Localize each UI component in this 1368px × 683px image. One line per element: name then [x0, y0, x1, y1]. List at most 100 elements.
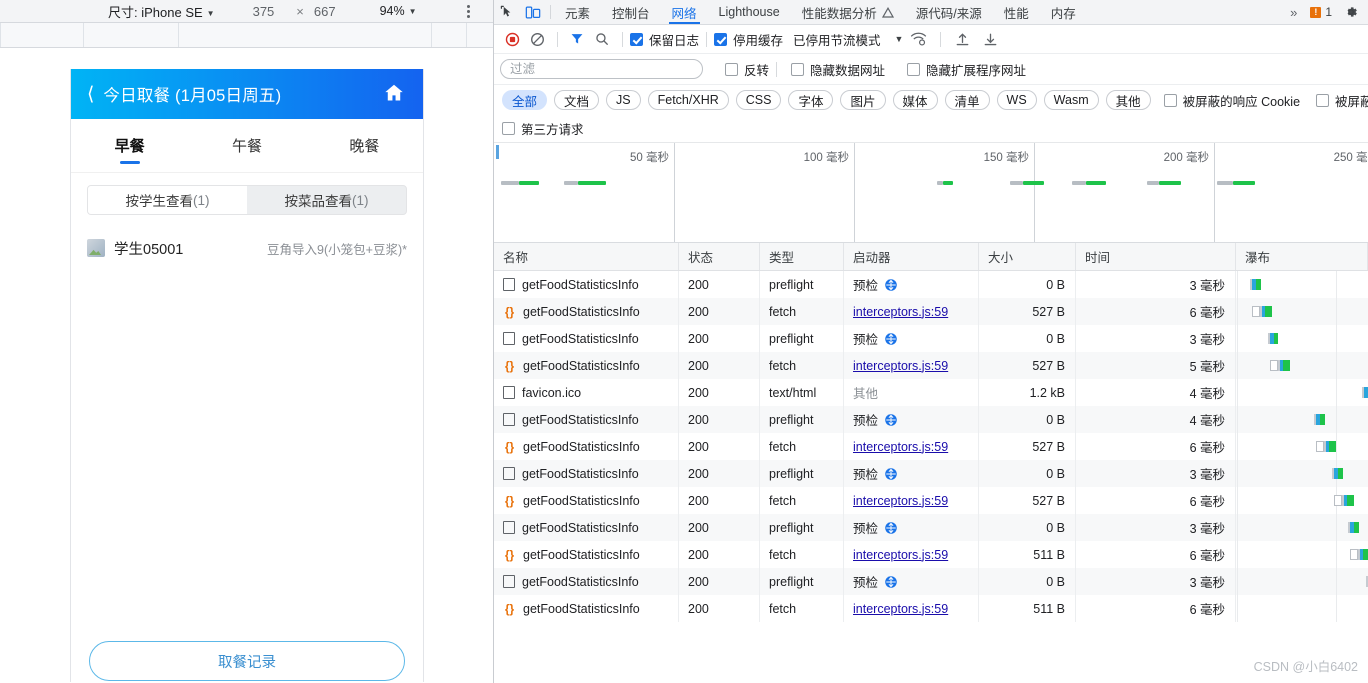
column-header-name[interactable]: 名称: [494, 243, 679, 270]
table-row[interactable]: {} getFoodStatisticsInfo 200 fetch intercept…: [494, 433, 1368, 460]
timeline-cursor: [496, 145, 499, 159]
chevron-down-icon[interactable]: ▼: [895, 34, 904, 44]
type-filter-img[interactable]: 图片: [840, 90, 886, 110]
tab-memory[interactable]: 内存: [1040, 0, 1087, 24]
record-stop-icon[interactable]: [500, 32, 524, 47]
type-filter-wasm[interactable]: Wasm: [1043, 90, 1099, 110]
overview-request-bar: [1010, 181, 1023, 185]
resource-type-filters: 全部 文档 JS Fetch/XHR CSS 字体 图片 媒体 清单 WS Wa…: [494, 85, 1368, 115]
type-filter-media[interactable]: 媒体: [892, 90, 938, 110]
inspect-element-icon[interactable]: [494, 0, 520, 24]
disable-cache-checkbox-box[interactable]: [714, 32, 728, 46]
pickup-record-button[interactable]: 取餐记录: [89, 641, 405, 681]
type-filter-css[interactable]: CSS: [735, 90, 782, 110]
type-filter-fetch-xhr[interactable]: Fetch/XHR: [647, 90, 729, 110]
table-row[interactable]: getFoodStatisticsInfo 200 preflight 预检 0 B3 …: [494, 271, 1368, 298]
table-row[interactable]: favicon.ico 200 text/html 其他 1.2 kB 4 毫秒: [494, 379, 1368, 406]
blocked-requests-checkbox[interactable]: 被屏蔽的: [1316, 91, 1368, 110]
tab-console[interactable]: 控制台: [601, 0, 661, 24]
type-filter-manifest[interactable]: 清单: [944, 90, 990, 110]
table-row[interactable]: getFoodStatisticsInfo 200 preflight 预检 0 B4 …: [494, 406, 1368, 433]
cell-initiator: 预检: [844, 271, 979, 298]
tab-network[interactable]: 网络: [661, 0, 708, 24]
more-vertical-icon[interactable]: [461, 3, 475, 20]
hide-extension-urls-checkbox-box[interactable]: [907, 62, 921, 76]
student-list-item[interactable]: 学生05001 豆角导入9(小笼包+豆浆)*: [87, 235, 407, 261]
third-party-requests-checkbox[interactable]: 第三方请求: [502, 119, 584, 138]
third-party-requests-checkbox-box[interactable]: [502, 122, 515, 135]
download-har-icon[interactable]: [976, 32, 1004, 47]
device-width-input[interactable]: 375: [253, 4, 275, 19]
initiator-link[interactable]: interceptors.js:59: [853, 359, 948, 373]
waterfall-bar: [1250, 279, 1261, 290]
initiator-link[interactable]: interceptors.js:59: [853, 548, 948, 562]
table-row[interactable]: getFoodStatisticsInfo 200 preflight 预检 0 B3 …: [494, 460, 1368, 487]
table-row[interactable]: {} getFoodStatisticsInfo 200 fetch intercept…: [494, 298, 1368, 325]
invert-checkbox[interactable]: 反转: [725, 60, 769, 79]
column-header-status[interactable]: 状态: [679, 243, 760, 270]
device-size-select[interactable]: 尺寸: iPhone SE ▼: [108, 2, 215, 21]
table-row[interactable]: {} getFoodStatisticsInfo 200 fetch intercept…: [494, 541, 1368, 568]
segment-by-dish[interactable]: 按菜品查看 (1): [247, 186, 406, 214]
gear-icon[interactable]: [1338, 4, 1364, 20]
invert-checkbox-box[interactable]: [725, 62, 738, 76]
chevron-double-right-icon[interactable]: »: [1283, 5, 1304, 20]
network-conditions-icon[interactable]: [903, 32, 933, 46]
warning-count-badge[interactable]: ! 1: [1304, 5, 1338, 19]
preserve-log-checkbox-box[interactable]: [630, 32, 643, 46]
column-header-size[interactable]: 大小: [979, 243, 1076, 270]
disable-cache-checkbox[interactable]: 停用缓存: [714, 30, 783, 49]
filter-input[interactable]: [500, 59, 703, 79]
hide-data-urls-checkbox[interactable]: 隐藏数据网址: [791, 60, 885, 79]
table-row[interactable]: {} getFoodStatisticsInfo 200 fetch intercept…: [494, 487, 1368, 514]
preserve-log-checkbox[interactable]: 保留日志: [630, 30, 699, 49]
tab-breakfast[interactable]: 早餐: [71, 119, 188, 172]
cell-waterfall: [1236, 352, 1368, 379]
home-icon[interactable]: [383, 82, 405, 104]
device-toolbar-icon[interactable]: [520, 0, 546, 24]
chevron-left-icon[interactable]: ⟨: [87, 85, 94, 104]
tab-elements[interactable]: 元素: [554, 0, 601, 24]
tab-lunch[interactable]: 午餐: [188, 119, 305, 172]
type-filter-font[interactable]: 字体: [788, 90, 834, 110]
hide-extension-urls-checkbox[interactable]: 隐藏扩展程序网址: [907, 60, 1026, 79]
table-row[interactable]: getFoodStatisticsInfo 200 preflight 预检 0 B3 …: [494, 514, 1368, 541]
column-header-waterfall[interactable]: 瀑布: [1236, 243, 1368, 270]
column-header-type[interactable]: 类型: [760, 243, 844, 270]
warning-icon: !: [1310, 6, 1322, 18]
blocked-requests-checkbox-box[interactable]: [1316, 93, 1330, 107]
table-row[interactable]: {} getFoodStatisticsInfo 200 fetch intercept…: [494, 352, 1368, 379]
initiator-link[interactable]: interceptors.js:59: [853, 602, 948, 616]
filter-funnel-icon[interactable]: [565, 32, 589, 46]
initiator-link[interactable]: interceptors.js:59: [853, 305, 948, 319]
device-height-input[interactable]: 667: [314, 4, 336, 19]
table-row[interactable]: getFoodStatisticsInfo 200 preflight 预检 0 B3 …: [494, 568, 1368, 595]
segment-by-student[interactable]: 按学生查看 (1): [88, 186, 247, 214]
type-filter-doc[interactable]: 文档: [554, 90, 600, 110]
clear-icon[interactable]: [524, 32, 550, 47]
table-row[interactable]: {} getFoodStatisticsInfo 200 fetch intercept…: [494, 595, 1368, 622]
type-filter-all[interactable]: 全部: [502, 90, 548, 110]
column-header-initiator[interactable]: 启动器: [844, 243, 979, 270]
network-overview-timeline[interactable]: 50 毫秒 100 毫秒 150 毫秒 200 毫秒 250 毫秒: [494, 143, 1368, 243]
device-zoom-select[interactable]: 94% ▼: [380, 4, 417, 18]
search-icon[interactable]: [589, 32, 615, 46]
tab-lighthouse[interactable]: Lighthouse: [708, 0, 791, 24]
type-filter-js[interactable]: JS: [606, 90, 641, 110]
tab-sources[interactable]: 源代码/来源: [905, 0, 993, 24]
column-header-time[interactable]: 时间: [1076, 243, 1236, 270]
blocked-response-cookies-checkbox[interactable]: 被屏蔽的响应 Cookie: [1163, 91, 1300, 110]
type-filter-other[interactable]: 其他: [1105, 90, 1151, 110]
type-filter-ws[interactable]: WS: [996, 90, 1037, 110]
tab-performance-insights[interactable]: 性能数据分析: [791, 0, 905, 24]
blocked-response-cookies-checkbox-box[interactable]: [1163, 93, 1177, 107]
initiator-link[interactable]: interceptors.js:59: [853, 440, 948, 454]
cell-initiator: 其他: [844, 379, 979, 406]
table-row[interactable]: getFoodStatisticsInfo 200 preflight 预检 0 B3 …: [494, 325, 1368, 352]
tab-performance[interactable]: 性能: [993, 0, 1040, 24]
document-icon: [503, 413, 515, 426]
initiator-link[interactable]: interceptors.js:59: [853, 494, 948, 508]
upload-har-icon[interactable]: [948, 32, 976, 47]
tab-dinner[interactable]: 晚餐: [306, 119, 423, 172]
hide-data-urls-checkbox-box[interactable]: [791, 62, 805, 76]
